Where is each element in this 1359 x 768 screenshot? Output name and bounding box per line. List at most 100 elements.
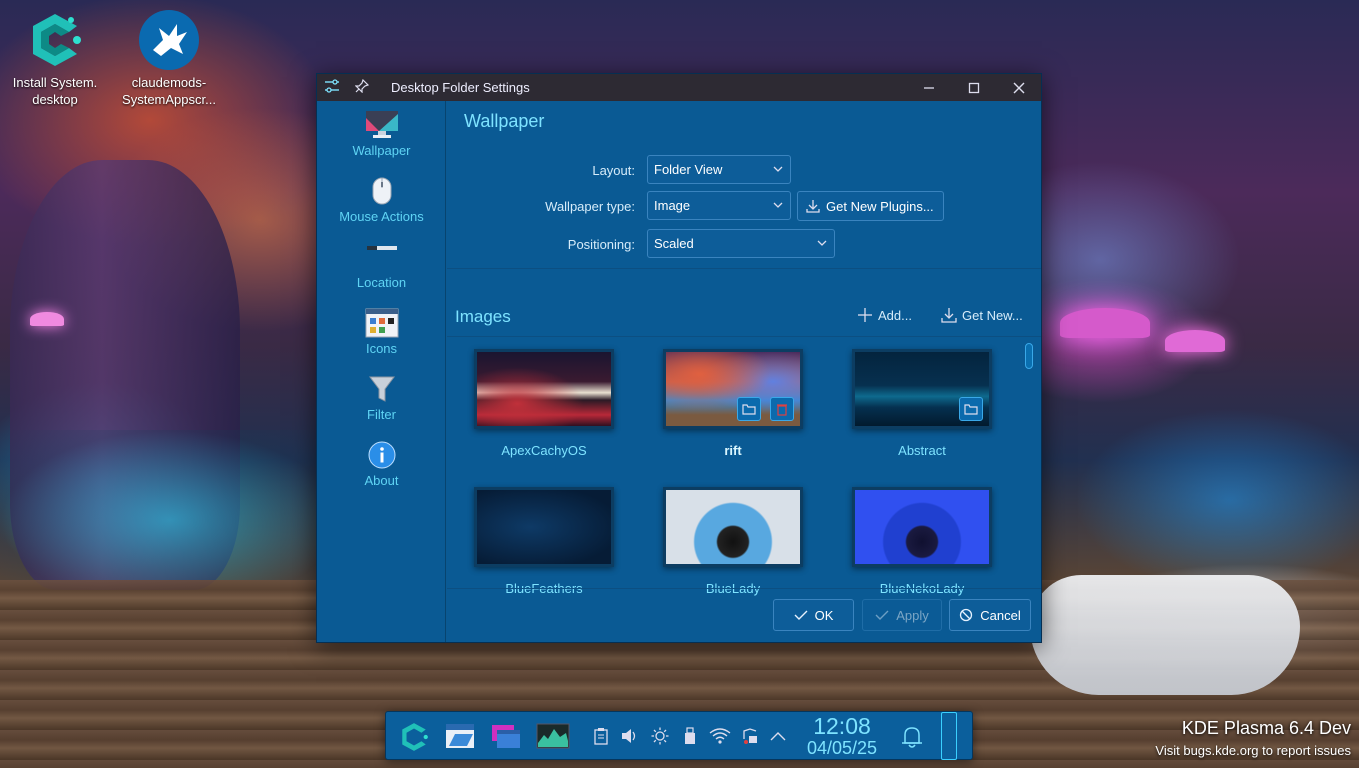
sidebar-item-wallpaper[interactable]: Wallpaper xyxy=(317,109,446,173)
desktop-folder-settings-window: Desktop Folder Settings Wallpaper Mouse … xyxy=(316,73,1042,643)
sidebar-item-label: Filter xyxy=(367,407,396,422)
ok-button[interactable]: OK xyxy=(773,599,854,631)
trash-icon xyxy=(777,404,787,416)
tray-updates[interactable] xyxy=(740,726,760,746)
minimize-button[interactable] xyxy=(906,74,951,101)
separator xyxy=(447,268,1041,269)
apply-button[interactable]: Apply xyxy=(862,599,942,631)
icons-grid-icon xyxy=(317,307,446,339)
desktop-icon-claudemods[interactable]: claudemods- SystemAppscr... xyxy=(114,10,224,108)
bug-report-watermark: Visit bugs.kde.org to report issues xyxy=(1155,743,1351,758)
taskbar-panel: 12:08 04/05/25 xyxy=(385,711,973,760)
folder-stack-icon xyxy=(492,725,520,748)
tray-volume[interactable] xyxy=(620,726,640,746)
folder-icon xyxy=(964,404,978,415)
separator xyxy=(447,588,1041,589)
get-new-wallpapers-button[interactable]: Get New... xyxy=(941,307,1023,323)
sidebar-item-label: Wallpaper xyxy=(352,143,411,158)
desktop-icon-label: SystemAppscr... xyxy=(122,92,216,107)
clock-date[interactable]: 04/05/25 xyxy=(800,738,884,759)
desktop-icon-label: Install System. xyxy=(12,75,98,90)
brightness-icon xyxy=(651,727,669,745)
close-button[interactable] xyxy=(996,74,1041,101)
update-lock-icon xyxy=(743,728,757,744)
maximize-button[interactable] xyxy=(951,74,996,101)
download-icon xyxy=(806,200,820,213)
tray-removable-devices[interactable] xyxy=(680,726,700,746)
wallpaper-tile-rift[interactable]: rift xyxy=(663,349,803,458)
wallpaper-thumbnail xyxy=(663,487,803,567)
open-folder-button[interactable] xyxy=(959,397,983,421)
wallpaper-tile-apexcachyos[interactable]: ApexCachyOS xyxy=(474,349,614,458)
mouse-icon xyxy=(317,175,446,207)
layout-combobox[interactable]: Folder View xyxy=(647,155,791,184)
volume-icon xyxy=(622,729,636,743)
task-system-monitor[interactable] xyxy=(536,720,570,752)
show-desktop-button[interactable] xyxy=(941,712,957,760)
add-image-label: Add... xyxy=(878,307,912,323)
window-menu-icon[interactable] xyxy=(323,77,341,98)
application-launcher-button[interactable] xyxy=(396,719,432,755)
page-title: Wallpaper xyxy=(464,111,545,131)
get-new-plugins-label: Get New Plugins... xyxy=(826,198,934,214)
eagle-icon xyxy=(139,10,199,70)
tray-expand-button[interactable] xyxy=(768,726,788,746)
cancel-label: Cancel xyxy=(980,607,1021,623)
location-bar-icon xyxy=(317,241,446,273)
desktop-icon-install-system[interactable]: Install System. desktop xyxy=(0,10,110,108)
get-new-plugins-button[interactable]: Get New Plugins... xyxy=(797,191,944,221)
cancel-icon xyxy=(960,608,973,622)
open-folder-button[interactable] xyxy=(737,397,761,421)
desktop-icon-label: claudemods- xyxy=(131,75,207,90)
wallpaper-type-label: Wallpaper type: xyxy=(545,199,635,214)
wallpaper-tile-bluelady[interactable]: BlueLady xyxy=(663,487,803,596)
positioning-label: Positioning: xyxy=(567,237,635,252)
get-new-wallpapers-label: Get New... xyxy=(962,307,1023,323)
sidebar-item-filter[interactable]: Filter xyxy=(317,373,446,437)
sidebar-item-label: Location xyxy=(356,275,407,290)
pin-icon[interactable] xyxy=(354,78,370,96)
sidebar-item-label: Mouse Actions xyxy=(339,209,424,224)
chevron-up-icon xyxy=(770,732,786,741)
wallpaper-thumbnail xyxy=(852,487,992,567)
task-file-manager[interactable] xyxy=(444,720,476,752)
tray-clipboard[interactable] xyxy=(591,726,611,746)
images-heading: Images xyxy=(455,307,511,326)
sidebar-item-icons[interactable]: Icons xyxy=(317,307,446,371)
window-titlebar[interactable]: Desktop Folder Settings xyxy=(317,74,1041,101)
wallpaper-type-value: Image xyxy=(654,198,691,213)
funnel-icon xyxy=(317,373,446,405)
wallpaper-thumbnail xyxy=(663,349,803,429)
plasma-version-watermark: KDE Plasma 6.4 Dev xyxy=(1181,718,1351,738)
apply-label: Apply xyxy=(896,607,929,623)
wallpaper-grid-scrollbar[interactable] xyxy=(1025,341,1033,611)
wallpaper-tile-bluefeathers[interactable]: BlueFeathers xyxy=(474,487,614,596)
notifications-button[interactable] xyxy=(900,724,924,750)
maximize-icon xyxy=(968,82,979,93)
wallpaper-tile-bluenekolady[interactable]: BlueNekoLady xyxy=(852,487,992,596)
sidebar-item-about[interactable]: About xyxy=(317,439,446,503)
cancel-button[interactable]: Cancel xyxy=(949,599,1031,631)
usb-drive-icon xyxy=(685,727,695,744)
add-image-button[interactable]: Add... xyxy=(857,307,912,323)
layout-label: Layout: xyxy=(592,163,635,178)
positioning-combobox[interactable]: Scaled xyxy=(647,229,835,258)
sidebar-item-location[interactable]: Location xyxy=(317,241,446,305)
settings-sidebar: Wallpaper Mouse Actions Location Icons F… xyxy=(317,101,446,642)
wallpaper-type-combobox[interactable]: Image xyxy=(647,191,791,220)
clock-time[interactable]: 12:08 xyxy=(804,713,880,740)
sidebar-item-mouse-actions[interactable]: Mouse Actions xyxy=(317,175,446,239)
download-icon xyxy=(941,308,957,323)
wallpaper-tile-abstract[interactable]: Abstract xyxy=(852,349,992,458)
folder-icon xyxy=(742,404,756,415)
ok-label: OK xyxy=(814,607,834,623)
task-folder[interactable] xyxy=(490,720,522,752)
tray-network[interactable] xyxy=(708,725,732,747)
checkmark-icon xyxy=(875,610,889,620)
clipboard-icon xyxy=(594,728,608,745)
tray-brightness[interactable] xyxy=(650,726,670,746)
wifi-icon xyxy=(709,728,731,744)
delete-wallpaper-button[interactable] xyxy=(770,397,794,421)
monitor-icon xyxy=(317,109,446,141)
scrollbar-thumb[interactable] xyxy=(1025,343,1033,369)
